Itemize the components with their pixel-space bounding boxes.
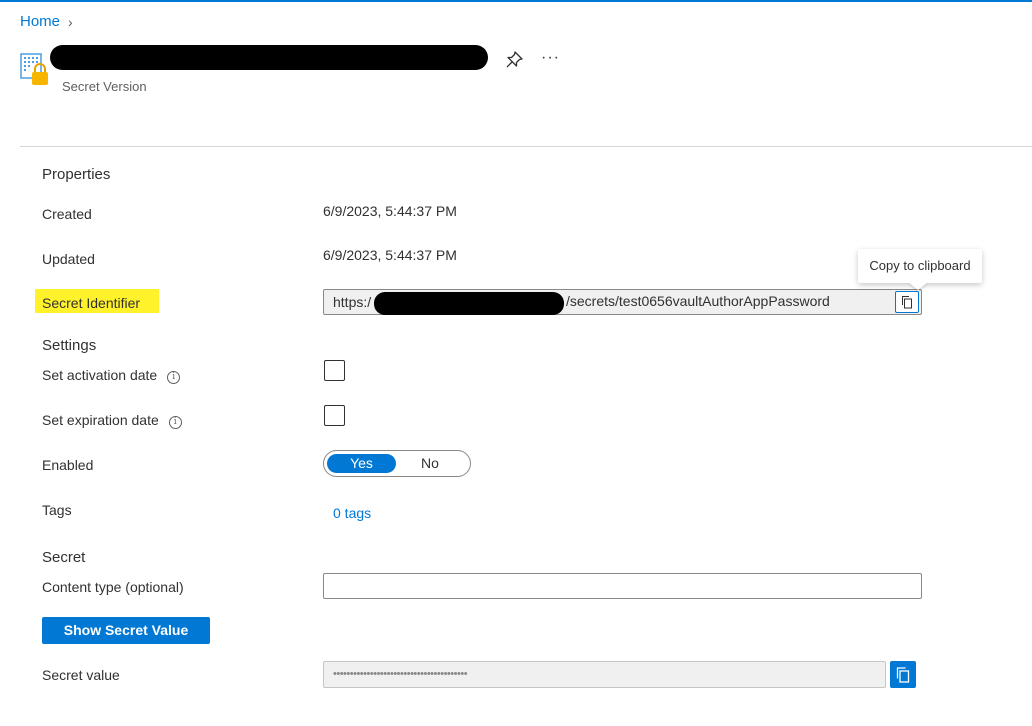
identifier-prefix: https:/ (333, 294, 372, 310)
redacted-title (50, 45, 488, 70)
key-vault-secret-icon (20, 53, 48, 85)
expiration-date-text: Set expiration date (42, 412, 159, 428)
activation-date-text: Set activation date (42, 367, 158, 383)
identifier-suffix: /secrets/test0656vaultAuthorAppPassword (566, 293, 830, 309)
top-accent-bar (0, 0, 1032, 2)
content-type-input[interactable] (323, 573, 922, 599)
copy-identifier-button[interactable] (895, 291, 919, 313)
enabled-label: Enabled (42, 457, 94, 473)
toggle-yes-option[interactable]: Yes (327, 454, 396, 473)
created-label: Created (42, 206, 92, 222)
info-icon[interactable]: i (167, 371, 181, 384)
redacted-vault-host (374, 292, 564, 315)
more-options-icon[interactable]: ··· (541, 49, 560, 67)
breadcrumb-home-link[interactable]: Home (20, 13, 60, 30)
expiration-date-checkbox[interactable] (324, 405, 345, 426)
info-icon[interactable]: i (168, 416, 182, 429)
updated-label: Updated (42, 251, 95, 267)
secret-section-title: Secret (42, 549, 86, 566)
breadcrumb: Home › (20, 13, 73, 30)
enabled-toggle[interactable]: Yes No (323, 450, 471, 477)
secret-identifier-label: Secret Identifier (42, 295, 141, 311)
copy-secret-button[interactable] (890, 661, 916, 688)
secret-value-label: Secret value (42, 667, 120, 683)
toggle-no-option[interactable]: No (410, 454, 450, 473)
tags-link[interactable]: 0 tags (333, 505, 371, 521)
copy-tooltip: Copy to clipboard (858, 249, 982, 283)
chevron-right-icon: › (68, 13, 73, 30)
secret-value-field[interactable]: •••••••••••••••••••••••••••••••••••••••• (323, 661, 886, 688)
settings-section-title: Settings (42, 337, 97, 354)
content-type-label: Content type (optional) (42, 579, 184, 595)
activation-date-checkbox[interactable] (324, 360, 345, 381)
pin-icon[interactable] (504, 50, 524, 70)
header-divider (20, 146, 1032, 147)
expiration-date-label: Set expiration date i (42, 412, 182, 429)
copy-icon (902, 296, 912, 309)
tooltip-arrow (908, 282, 928, 290)
activation-date-label: Set activation date i (42, 367, 181, 384)
created-value: 6/9/2023, 5:44:37 PM (323, 203, 457, 219)
show-secret-value-button[interactable]: Show Secret Value (42, 617, 210, 644)
copy-icon (896, 666, 910, 683)
tags-label: Tags (42, 502, 72, 518)
page-subtitle: Secret Version (62, 79, 147, 94)
properties-section-title: Properties (42, 166, 111, 183)
updated-value: 6/9/2023, 5:44:37 PM (323, 247, 457, 263)
